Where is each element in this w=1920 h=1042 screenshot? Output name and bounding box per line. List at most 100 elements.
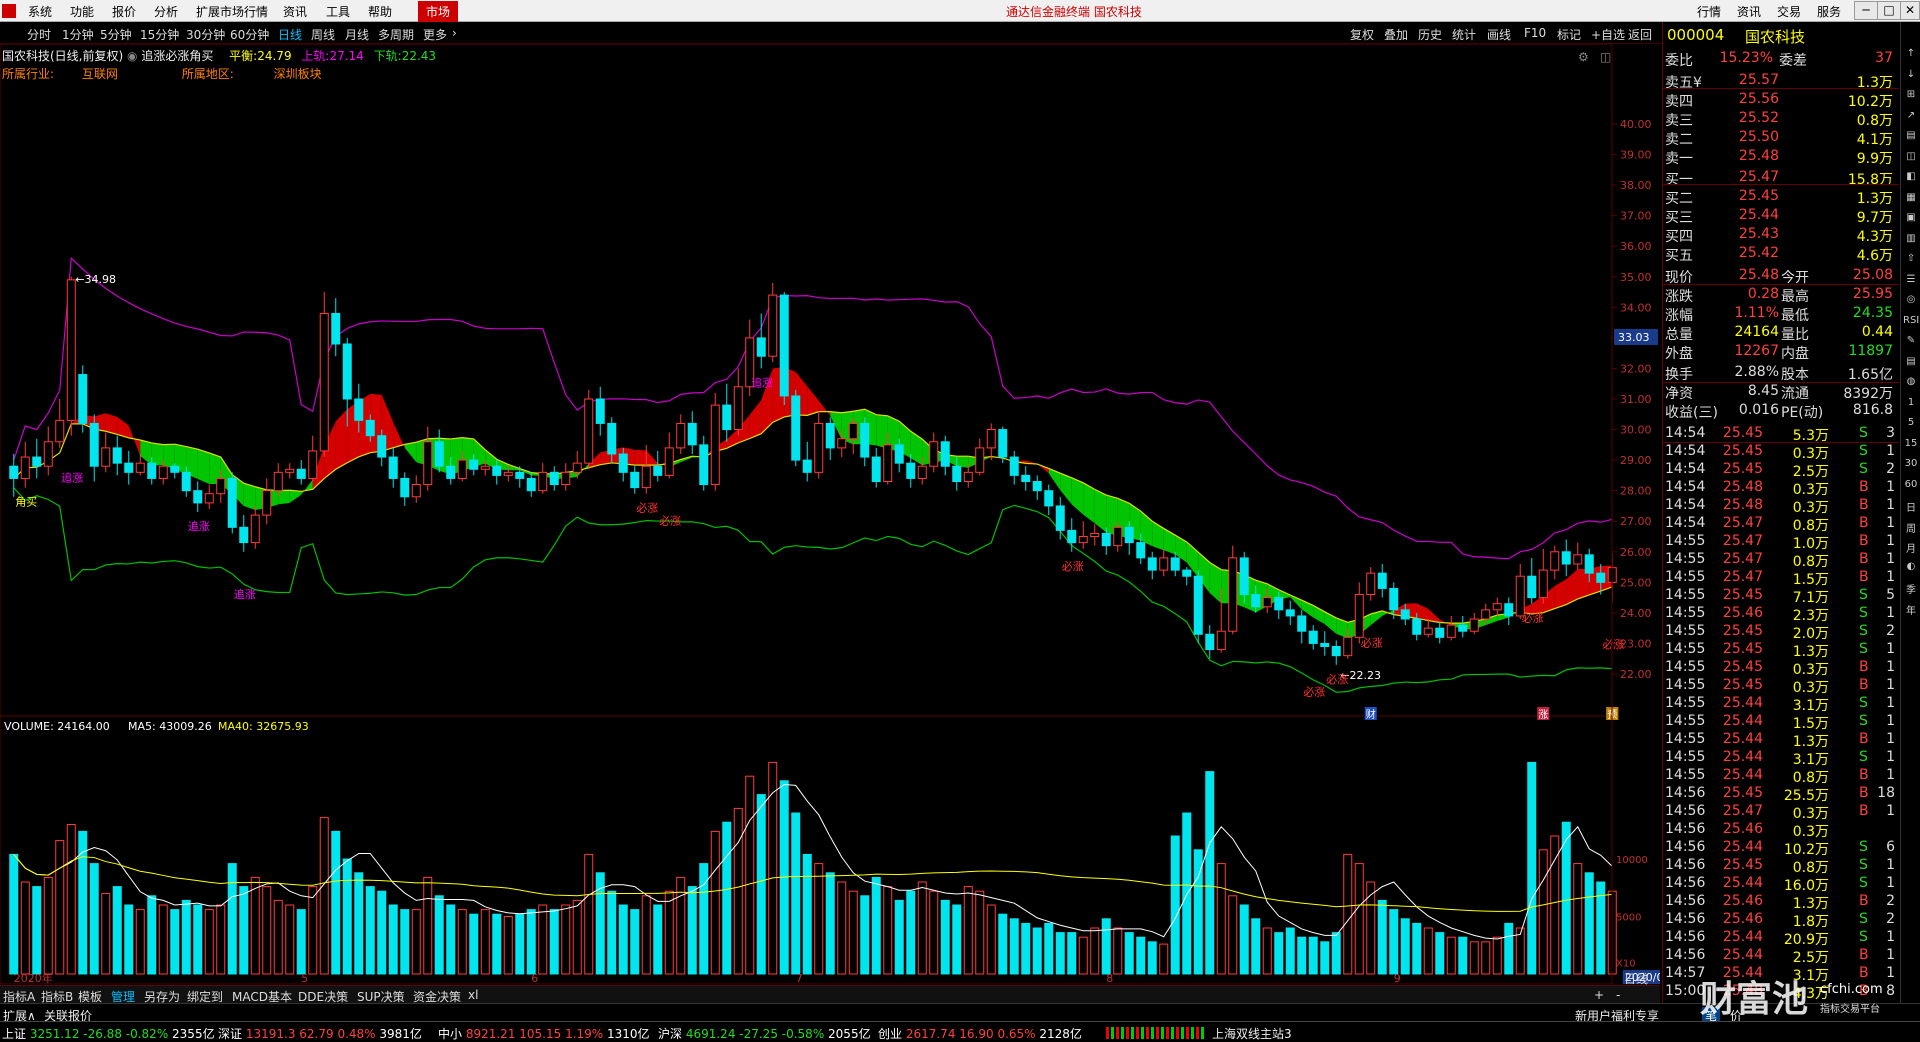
period-1min[interactable]: 1分钟	[62, 26, 94, 43]
weibi-row[interactable]: 委比 15.23% 委差 37	[1663, 50, 1899, 69]
period-60min[interactable]: 60分钟	[230, 26, 269, 43]
tick-row[interactable]: 14:56 25.44 20.9万 S 1	[1663, 929, 1899, 948]
toolstrip-item[interactable]: ◧	[1903, 171, 1919, 182]
tick-row[interactable]: 14:56 25.46 0.3万	[1663, 821, 1899, 840]
tick-row[interactable]: 14:55 25.45 1.3万 S 1	[1663, 641, 1899, 660]
toolstrip-item[interactable]: ↓	[1903, 69, 1919, 80]
tick-row[interactable]: 14:54 25.48 0.3万 B 1	[1663, 479, 1899, 498]
period-weekly[interactable]: 周线	[311, 26, 335, 43]
period-15min[interactable]: 15分钟	[140, 26, 179, 43]
tick-row[interactable]: 14:56 25.47 0.3万 B 1	[1663, 803, 1899, 822]
toolstrip-item[interactable]: ⊞	[1903, 89, 1919, 100]
tick-row[interactable]: 14:55 25.46 2.3万 S 1	[1663, 605, 1899, 624]
close-button[interactable]: ✕	[1900, 1, 1920, 20]
tick-row[interactable]: 14:56 25.46 1.3万 B 2	[1663, 893, 1899, 912]
kline-chart-svg[interactable]: 40.0039.0038.0037.0036.0035.0034.0033.00…	[0, 43, 1703, 985]
tick-row[interactable]: 14:55 25.47 0.8万 B 1	[1663, 551, 1899, 570]
toolstrip-item[interactable]: 30	[1903, 458, 1919, 469]
menu-system[interactable]: 系统	[28, 3, 52, 20]
menu-quote[interactable]: 报价	[112, 3, 136, 20]
indicator-name[interactable]: 追涨必涨角买	[141, 49, 213, 63]
bid-row[interactable]: 买三 25.44 9.7万	[1663, 207, 1899, 226]
period-fenshi[interactable]: 分时	[27, 26, 51, 43]
tick-row[interactable]: 14:55 25.47 1.5万 B 1	[1663, 569, 1899, 588]
zoom-out-button[interactable]: -	[1616, 988, 1620, 1002]
tick-row[interactable]: 14:55 25.47 1.0万 B 1	[1663, 533, 1899, 552]
tick-row[interactable]: 14:54 25.45 5.3万 S 3	[1663, 425, 1899, 444]
toolstrip-item[interactable]: ☰	[1903, 274, 1919, 285]
toolstrip-item[interactable]: ◫	[1903, 151, 1919, 162]
chart-settings-icon[interactable]: ⚙	[1578, 50, 1589, 64]
tick-row[interactable]: 14:56 25.44 10.2万 S 6	[1663, 839, 1899, 858]
tick-row[interactable]: 14:54 25.45 2.5万 S 2	[1663, 461, 1899, 480]
tool-back[interactable]: 返回	[1628, 26, 1652, 43]
toolstrip-item[interactable]: ↑	[1903, 48, 1919, 59]
bid-row[interactable]: 买五 25.42 4.6万	[1663, 245, 1899, 264]
top-tab-trade[interactable]: 交易	[1777, 3, 1801, 20]
toolstrip-item[interactable]: 周	[1903, 520, 1919, 535]
tick-row[interactable]: 14:55 25.45 7.1万 S 5	[1663, 587, 1899, 606]
tick-row[interactable]: 14:55 25.44 1.3万 B 1	[1663, 731, 1899, 750]
index-item[interactable]: 深证 13191.3 62.79 0.48% 3981亿	[218, 1025, 422, 1042]
toolstrip-item[interactable]: RSI	[1903, 315, 1919, 326]
top-tab-hq[interactable]: 行情	[1697, 3, 1721, 20]
top-tab-news[interactable]: 资讯	[1737, 3, 1761, 20]
toolstrip-item[interactable]: ▦	[1903, 192, 1919, 203]
period-monthly[interactable]: 月线	[345, 26, 369, 43]
stat-row[interactable]: 涨跌 0.28 最高 25.95	[1663, 286, 1899, 305]
tool-draw[interactable]: 画线	[1487, 26, 1511, 43]
tick-row[interactable]: 14:55 25.45 2.0万 S 2	[1663, 623, 1899, 642]
tick-row[interactable]: 14:56 25.44 2.5万 B 1	[1663, 947, 1899, 966]
toolstrip-item[interactable]: 季	[1903, 581, 1919, 596]
toolstrip-item[interactable]: 15	[1903, 438, 1919, 449]
toolstrip-item[interactable]: 月	[1903, 540, 1919, 555]
period-daily[interactable]: 日线	[278, 26, 302, 43]
tick-row[interactable]: 14:56 25.45 25.5万 B 18	[1663, 785, 1899, 804]
kline-chart-area[interactable]: 40.0039.0038.0037.0036.0035.0034.0033.00…	[0, 43, 1703, 1006]
period-label-daily[interactable]: 日线	[1624, 970, 1648, 987]
stat-row[interactable]: 现价 25.48 今开 25.08	[1663, 267, 1899, 286]
minimize-button[interactable]: ─	[1854, 1, 1878, 20]
index-item[interactable]: 创业 2617.74 16.90 0.65% 2128亿	[878, 1025, 1082, 1042]
toolstrip-item[interactable]: 日	[1903, 499, 1919, 514]
stat-row[interactable]: 外盘 12267 内盘 11897	[1663, 343, 1899, 362]
tick-row[interactable]: 14:55 25.44 1.5万 S 1	[1663, 713, 1899, 732]
tick-row[interactable]: 14:54 25.48 0.3万 B 1	[1663, 497, 1899, 516]
ask-row[interactable]: 卖三 25.52 0.8万	[1663, 110, 1899, 129]
ask-row[interactable]: 卖二 25.50 4.1万	[1663, 129, 1899, 148]
tick-row[interactable]: 14:55 25.45 0.3万 B 1	[1663, 677, 1899, 696]
period-multi[interactable]: 多周期	[378, 26, 414, 43]
bid-row[interactable]: 买二 25.45 1.3万	[1663, 188, 1899, 207]
toolstrip-item[interactable]: ◐	[1903, 561, 1919, 572]
toolstrip-item[interactable]: 5	[1903, 417, 1919, 428]
toolstrip-item[interactable]: ▥	[1903, 233, 1919, 244]
zoom-in-button[interactable]: +	[1594, 988, 1604, 1002]
ask-row[interactable]: 卖一 25.48 9.9万	[1663, 148, 1899, 167]
menu-extended-market[interactable]: 扩展市场行情	[196, 3, 268, 20]
stat-row[interactable]: 涨幅 1.11% 最低 24.35	[1663, 305, 1899, 324]
toolstrip-item[interactable]: ▤	[1903, 130, 1919, 141]
industry-value[interactable]: 互联网	[82, 67, 118, 81]
tool-f10[interactable]: F10	[1524, 26, 1546, 40]
ask-row[interactable]: 卖四 25.56 10.2万	[1663, 91, 1899, 110]
menu-analysis[interactable]: 分析	[154, 3, 178, 20]
tool-fuquan[interactable]: 复权	[1350, 26, 1374, 43]
tick-row[interactable]: 14:55 25.44 0.8万 B 1	[1663, 767, 1899, 786]
tool-add-favorite[interactable]: +自选	[1591, 26, 1625, 43]
toolstrip-item[interactable]: 年	[1903, 602, 1919, 617]
tick-row[interactable]: 14:56 25.44 16.0万 S 1	[1663, 875, 1899, 894]
index-item[interactable]: 中小 8921.21 105.15 1.19% 1310亿	[438, 1025, 650, 1042]
toolstrip-item[interactable]: ▤	[1903, 356, 1919, 367]
tool-mark[interactable]: 标记	[1557, 26, 1581, 43]
period-more[interactable]: 更多	[423, 26, 447, 43]
menu-tools[interactable]: 工具	[326, 3, 350, 20]
toolstrip-item[interactable]: 60	[1903, 479, 1919, 490]
tick-row[interactable]: 14:54 25.47 0.8万 B 1	[1663, 515, 1899, 534]
chevron-right-icon[interactable]: ›	[452, 26, 457, 40]
toolstrip-item[interactable]: 1	[1903, 397, 1919, 408]
toolstrip-item[interactable]: ◎	[1903, 294, 1919, 305]
tool-history[interactable]: 历史	[1418, 26, 1442, 43]
menu-function[interactable]: 功能	[70, 3, 94, 20]
tick-row[interactable]: 14:55 25.44 3.1万 S 1	[1663, 749, 1899, 768]
tool-stats[interactable]: 统计	[1452, 26, 1476, 43]
